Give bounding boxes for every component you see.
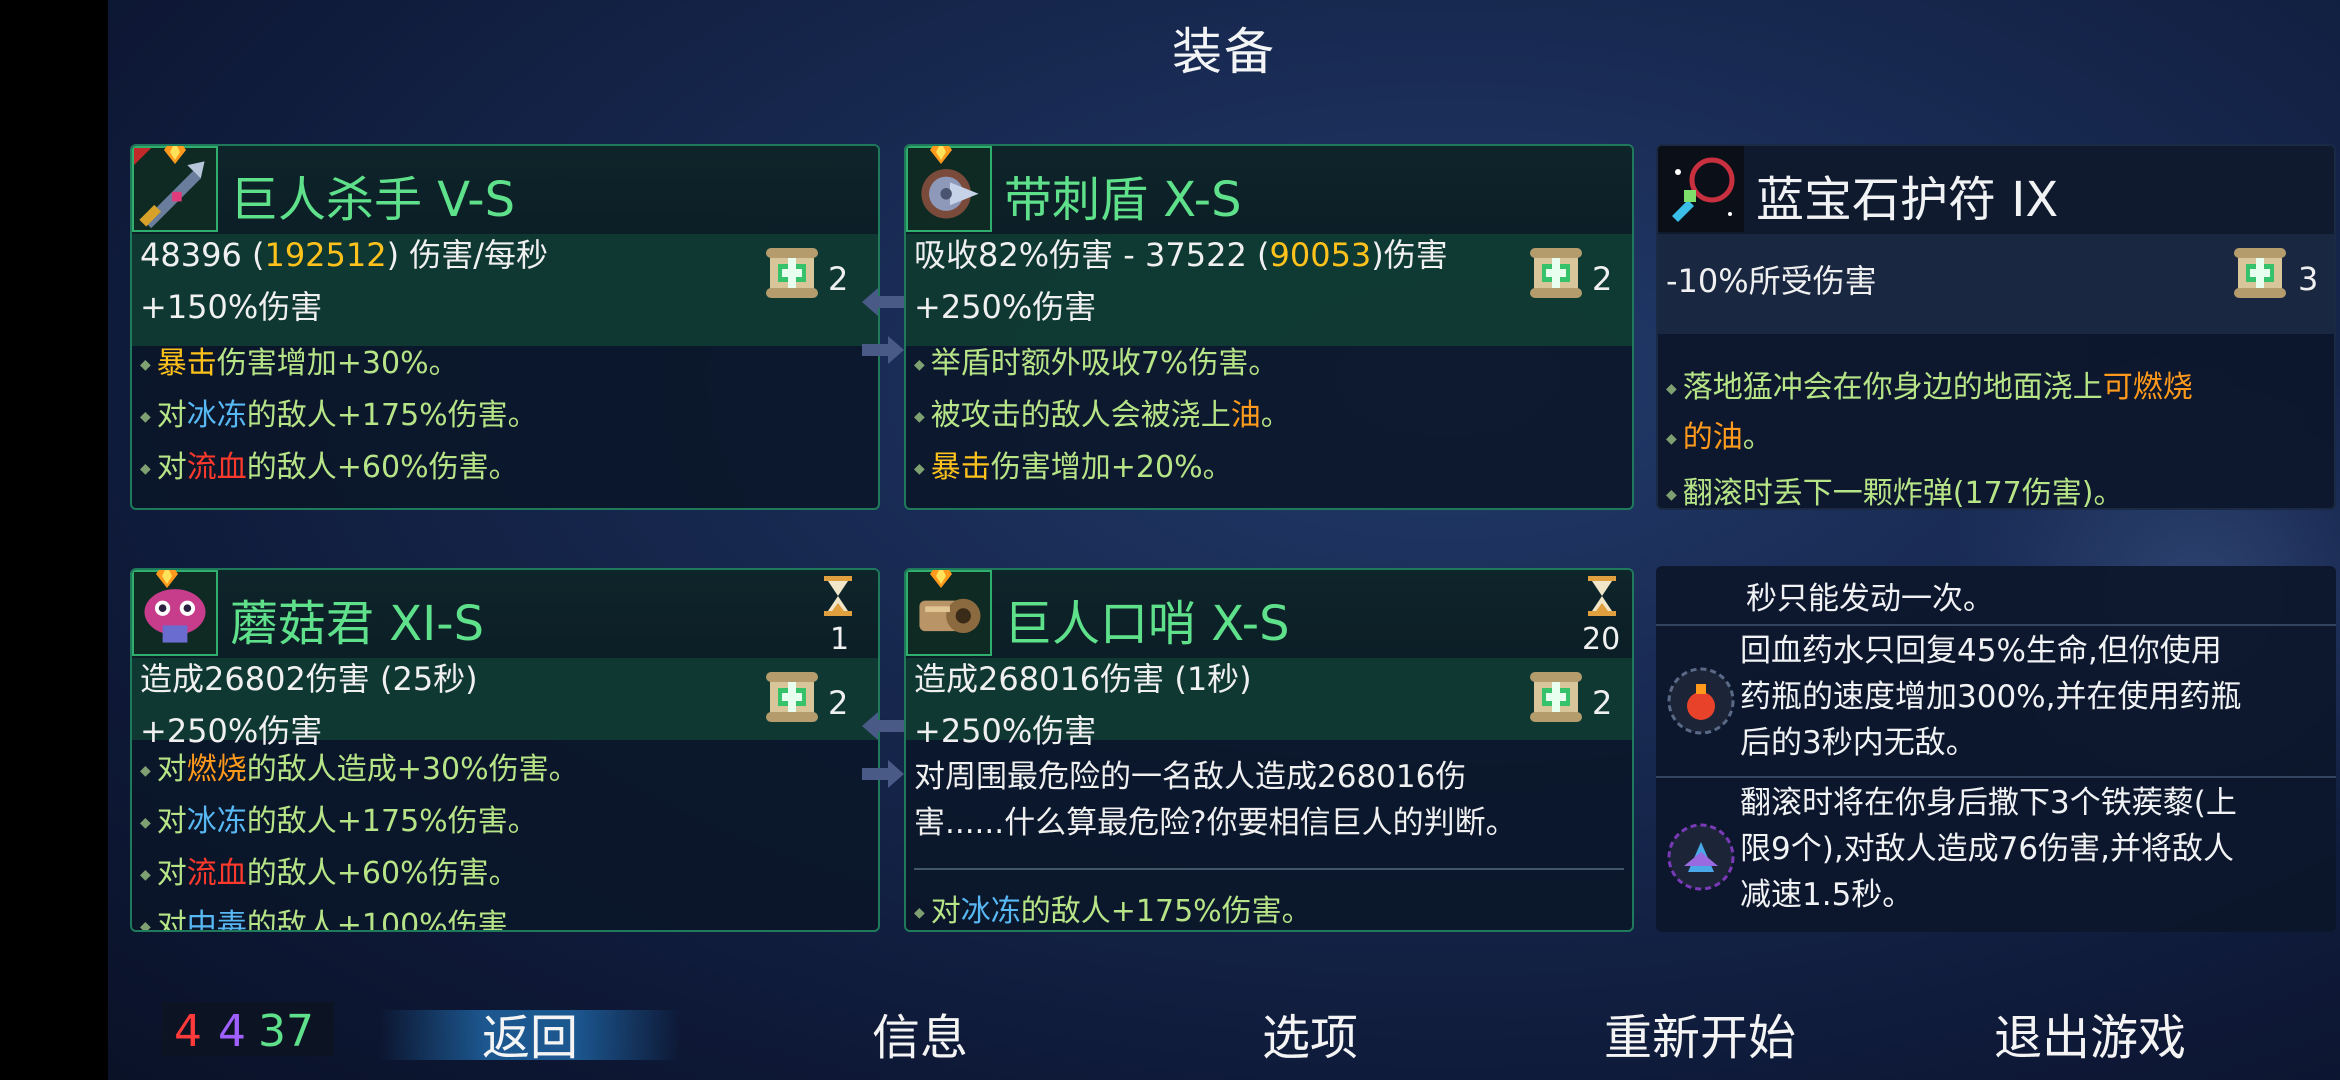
scroll-count: 2 (1592, 684, 1613, 722)
swap-left-arrow-icon[interactable] (862, 286, 904, 318)
affix-line: 对燃烧的敌人造成+30%伤害。 (140, 744, 579, 788)
affix-line: 对中毒的敌人+100%伤害 (140, 900, 508, 930)
damage-stat: 造成268016伤害 (1秒) (914, 660, 1252, 698)
flame-icon (930, 570, 952, 588)
skill-card-mushroom-boi[interactable]: 蘑菇君 XI-S 1 造成26802伤害 (25秒) +250%伤害 2 对燃烧… (130, 568, 880, 932)
mutations-panel[interactable]: 秒只能发动一次。 回血药水只回复45%生命,但你使用 药瓶的速度增加300%,并… (1656, 566, 2336, 932)
shield-stat: 吸收82%伤害 - 37522 (90053)伤害 (914, 236, 1448, 274)
skill-description-line: 对周围最危险的一名敌人造成268016伤 (914, 759, 1467, 795)
skill-description-line: 害......什么算最危险?你要相信巨人的判断。 (914, 805, 1517, 841)
cell-counters: 4 4 37 (162, 1002, 334, 1057)
affix-line: 暴击伤害增加+20%。 (914, 442, 1233, 486)
green-counter: 37 (258, 1006, 314, 1057)
mutation-text: 限9个),对敌人造成76伤害,并将敌人 (1740, 831, 2234, 867)
scroll-icon (762, 242, 822, 304)
affix-line: 暴击伤害增加+30%。 (140, 338, 459, 382)
mutation-text: 减速1.5秒。 (1740, 877, 1914, 913)
item-name: 巨人杀手 V-S (230, 172, 516, 228)
item-name: 蘑菇君 XI-S (230, 596, 485, 652)
mutation-text: 秒只能发动一次。 (1746, 581, 1994, 617)
page-title: 装备 (1172, 23, 1276, 81)
scroll-icon (1526, 242, 1586, 304)
cooldown-count: 20 (1582, 622, 1621, 657)
scroll-icon (2230, 242, 2290, 304)
scroll-icon (762, 666, 822, 728)
affix-line: 对冰冻的敌人+175%伤害。 (140, 390, 538, 434)
scroll-count: 2 (828, 260, 849, 298)
affix-line: 对冰冻的敌人+175%伤害。 (140, 796, 538, 840)
divider (914, 868, 1624, 870)
amulet-card-sapphire[interactable]: 蓝宝石护符 IX -10%所受伤害 3 落地猛冲会在你身边的地面浇上可燃烧 的油… (1656, 144, 2336, 510)
item-name: 带刺盾 X-S (1004, 172, 1242, 228)
weapon-card-spiked-shield[interactable]: 带刺盾 X-S 吸收82%伤害 - 37522 (90053)伤害 +250%伤… (904, 144, 1634, 510)
affix-line: 举盾时额外吸收7%伤害。 (914, 338, 1279, 382)
hourglass-icon (1588, 576, 1616, 616)
affix-line: 被攻击的敌人会被浇上油。 (914, 390, 1291, 434)
mutation-text: 翻滚时将在你身后撒下3个铁蒺藜(上 (1740, 785, 2237, 821)
equipment-screen: 装备 巨人杀手 V-S 48396 (192512) 伤害/每秒 +150%伤害 (108, 0, 2340, 1080)
damage-bonus: +150%伤害 (140, 288, 323, 326)
swap-left-arrow-icon[interactable] (862, 710, 904, 742)
mutation-divider (1656, 624, 2336, 626)
affix-line: 落地猛冲会在你身边的地面浇上可燃烧 (1666, 362, 2193, 406)
damage-stat: 48396 (192512) 伤害/每秒 (140, 236, 549, 274)
damage-bonus: +250%伤害 (914, 288, 1097, 326)
quit-game-button[interactable]: 退出游戏 (1940, 998, 2240, 1068)
affix-line: 对流血的敌人+60%伤害。 (140, 442, 519, 486)
mutation-text: 回血药水只回复45%生命,但你使用 (1740, 633, 2222, 669)
caltrops-mutation-icon[interactable] (1666, 822, 1736, 892)
amulet-icon (1658, 146, 1744, 232)
flame-icon (164, 146, 186, 164)
damage-stat: 造成26802伤害 (25秒) (140, 660, 478, 698)
potion-mutation-icon[interactable] (1666, 666, 1736, 736)
back-button[interactable]: 返回 (380, 1010, 680, 1066)
affix-line: 翻滚时丢下一颗炸弹(177伤害)。 (1666, 468, 2124, 508)
item-name: 巨人口哨 X-S (1004, 596, 1290, 652)
swap-right-arrow-icon[interactable] (862, 334, 904, 366)
info-button[interactable]: 信息 (770, 998, 1070, 1068)
weapon-card-giant-killer[interactable]: 巨人杀手 V-S 48396 (192512) 伤害/每秒 +150%伤害 2 … (130, 144, 880, 510)
item-name: 蓝宝石护符 IX (1756, 172, 2059, 228)
affix-line-cont: 的油。 (1666, 412, 1773, 456)
mutation-text: 后的3秒内无敌。 (1740, 725, 1977, 761)
swap-right-arrow-icon[interactable] (862, 758, 904, 790)
options-button[interactable]: 选项 (1160, 998, 1460, 1068)
scroll-count: 2 (828, 684, 849, 722)
red-counter: 4 (174, 1006, 202, 1057)
flame-icon (930, 146, 952, 164)
restart-button[interactable]: 重新开始 (1550, 998, 1850, 1068)
hourglass-icon (824, 576, 852, 616)
damage-bonus: +250%伤害 (914, 712, 1097, 750)
purple-counter: 4 (218, 1006, 246, 1057)
mutation-divider (1656, 776, 2336, 778)
skill-card-giant-whistle[interactable]: 巨人口哨 X-S 20 造成268016伤害 (1秒) +250%伤害 2 对周… (904, 568, 1634, 932)
resist-stat: -10%所受伤害 (1666, 262, 1877, 300)
scroll-count: 2 (1592, 260, 1613, 298)
affix-line: 对冰冻的敌人+175%伤害。 (914, 886, 1312, 930)
cooldown-count: 1 (830, 622, 850, 657)
affix-line: 对流血的敌人+60%伤害。 (140, 848, 519, 892)
left-black-bar (0, 0, 108, 1080)
flame-icon (156, 570, 178, 588)
mutation-text: 药瓶的速度增加300%,并在使用药瓶 (1740, 679, 2242, 715)
scroll-icon (1526, 666, 1586, 728)
bottom-menu-bar: 4 4 37 返回 信息 选项 重新开始 退出游戏 (108, 992, 2340, 1080)
scroll-count: 3 (2298, 260, 2319, 298)
